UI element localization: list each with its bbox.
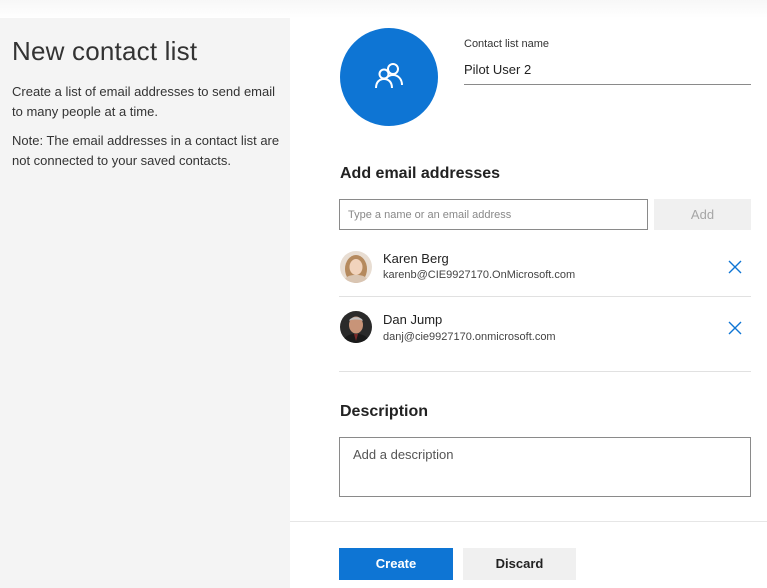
contact-row: Dan Jump danj@cie9927170.onmicrosoft.com xyxy=(339,301,751,361)
contact-row: Karen Berg karenb@CIE9927170.OnMicrosoft… xyxy=(339,237,751,297)
remove-contact-icon[interactable] xyxy=(727,320,743,336)
description-heading: Description xyxy=(340,403,429,420)
add-emails-heading: Add email addresses xyxy=(340,165,501,182)
contact-name: Karen Berg xyxy=(383,251,449,266)
people-icon xyxy=(375,63,403,89)
list-name-value: Pilot User 2 xyxy=(464,62,532,77)
discard-button[interactable]: Discard xyxy=(463,548,576,580)
description-placeholder: Add a description xyxy=(353,447,454,462)
contacts-divider xyxy=(339,371,751,372)
remove-contact-icon[interactable] xyxy=(727,259,743,275)
list-avatar xyxy=(340,28,438,126)
contact-email: danj@cie9927170.onmicrosoft.com xyxy=(383,331,556,343)
email-input-placeholder: Type a name or an email address xyxy=(348,209,512,221)
page-description: Create a list of email addresses to send… xyxy=(12,84,276,119)
add-button[interactable]: Add xyxy=(654,199,751,230)
contact-avatar-dan xyxy=(340,311,372,343)
description-input[interactable]: Add a description xyxy=(339,437,751,497)
contact-email: karenb@CIE9927170.OnMicrosoft.com xyxy=(383,269,576,281)
footer-divider xyxy=(290,521,767,522)
create-button[interactable]: Create xyxy=(339,548,453,580)
email-input[interactable]: Type a name or an email address xyxy=(339,199,648,230)
page-note: Note: The email addresses in a contact l… xyxy=(12,133,280,168)
list-name-input[interactable]: Pilot User 2 xyxy=(464,60,751,85)
page-title: New contact list xyxy=(12,36,198,66)
left-pane: New contact list Create a list of email … xyxy=(0,18,290,588)
contact-avatar-karen xyxy=(340,251,372,283)
list-name-label: Contact list name xyxy=(464,38,549,50)
top-strip xyxy=(0,0,767,18)
contact-name: Dan Jump xyxy=(383,312,443,327)
